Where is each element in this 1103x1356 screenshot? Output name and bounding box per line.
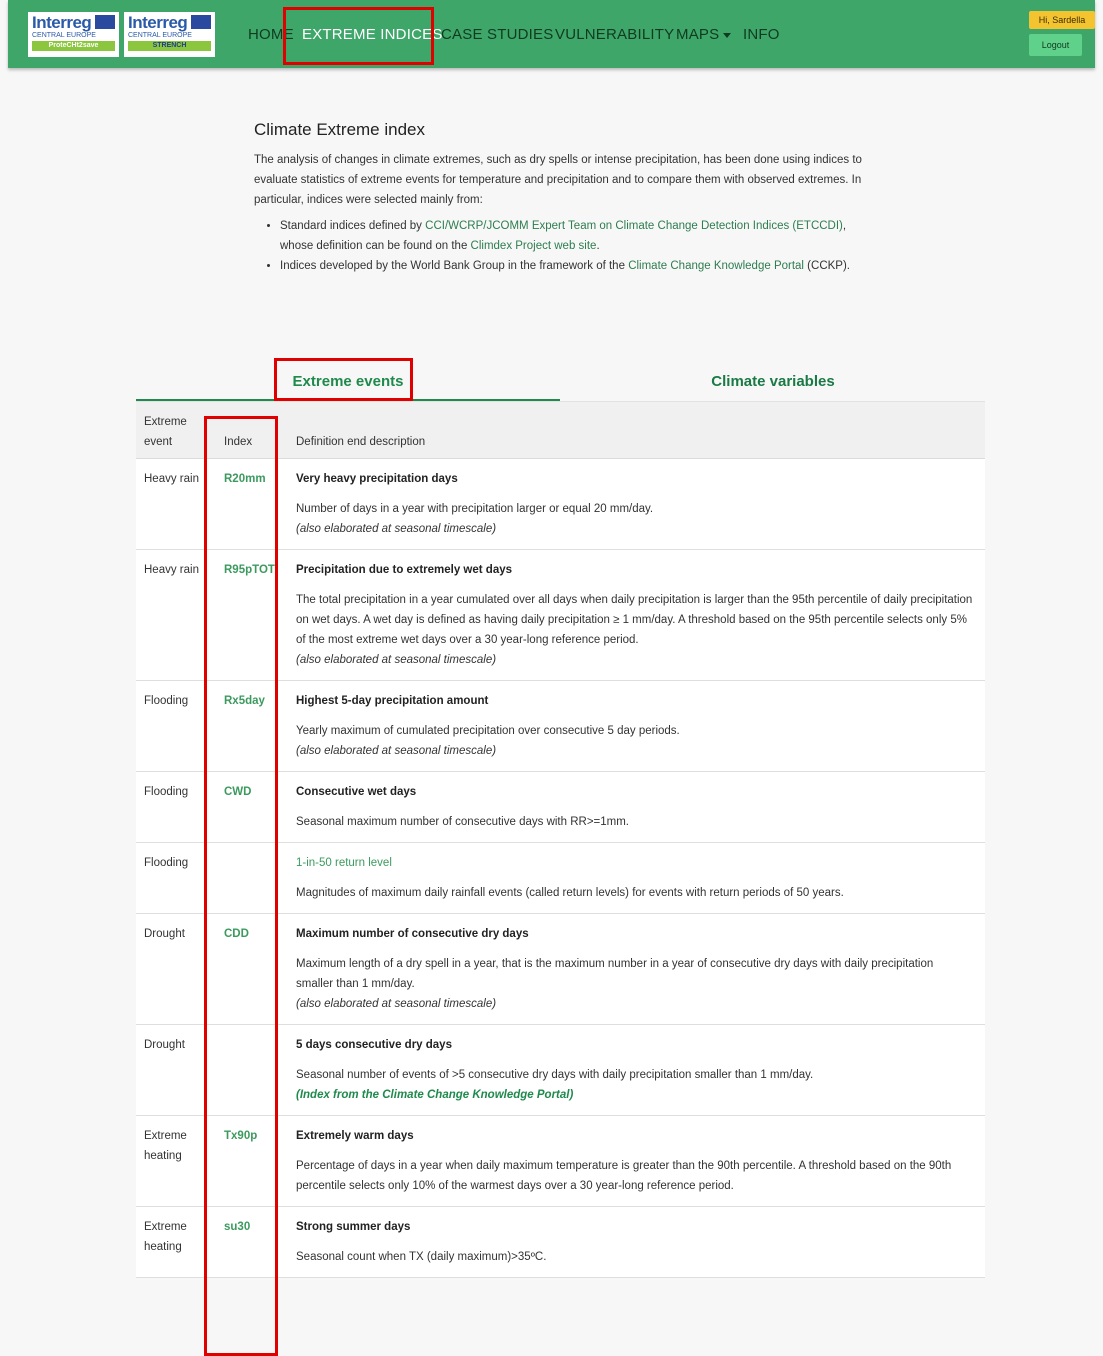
row-note: (also elaborated at seasonal timescale) [296,523,497,535]
row-event: Extreme heating [144,1221,187,1253]
row-event: Flooding [144,857,189,869]
nav-case-studies[interactable]: CASE STUDIES [441,25,553,45]
row-title: Very heavy precipitation days [296,473,458,485]
row-definition: 1-in-50 return level Magnitudes of maxim… [296,843,985,913]
row-definition: Very heavy precipitation days Number of … [296,459,985,549]
interreg-strench-logo[interactable]: Interreg CENTRAL EUROPE STRENCH [124,12,215,57]
climdex-link[interactable]: Climdex Project web site [471,240,597,252]
row-note: (also elaborated at seasonal timescale) [296,654,497,666]
row-note: (also elaborated at seasonal timescale) [296,745,497,757]
user-greeting-badge[interactable]: Hi, Sardella [1029,11,1095,29]
logo-project: ProteCHt2save [32,41,115,51]
table-row: Drought CDD Maximum number of consecutiv… [136,914,985,1025]
row-description: Number of days in a year with precipitat… [296,503,654,515]
row-description: Magnitudes of maximum daily rainfall eve… [296,887,844,899]
tab-extreme-events[interactable]: Extreme events [136,368,560,401]
row-event: Heavy rain [144,564,199,576]
row-title: Strong summer days [296,1221,411,1233]
nav-home[interactable]: HOME [248,25,294,45]
text: Indices developed by the World Bank Grou… [280,260,629,272]
row-index[interactable]: su30 [224,1217,276,1237]
interreg-protecht2save-logo[interactable]: Interreg CENTRAL EUROPE ProteCHt2save [28,12,119,57]
table-row: Heavy rain R95pTOT Precipitation due to … [136,550,985,681]
row-description: Seasonal count when TX (daily maximum)>3… [296,1251,547,1263]
row-index[interactable]: Tx90p [224,1126,276,1146]
row-definition: 5 days consecutive dry days Seasonal num… [296,1025,985,1115]
return-level-link[interactable]: 1-in-50 return level [296,853,973,873]
logout-button[interactable]: Logout [1029,34,1082,56]
header-index: Index [224,436,253,448]
row-definition: Consecutive wet days Seasonal maximum nu… [296,772,985,842]
row-title: Extremely warm days [296,1130,414,1142]
row-definition: Strong summer days Seasonal count when T… [296,1207,985,1277]
row-definition: Extremely warm days Percentage of days i… [296,1116,985,1206]
eu-flag-icon [95,15,115,29]
row-event: Extreme heating [144,1130,187,1162]
extreme-events-table: Extreme event Index Definition end descr… [136,402,985,1278]
row-description: The total precipitation in a year cumula… [296,594,973,646]
text: (CCKP). [803,260,850,272]
row-title: Precipitation due to extremely wet days [296,564,513,576]
eu-flag-icon [191,15,211,29]
table-row: Extreme heating su30 Strong summer days … [136,1207,985,1278]
nav-vulnerability[interactable]: VULNERABILITY [555,25,674,45]
row-description: Percentage of days in a year when daily … [296,1160,952,1192]
intro-paragraph: The analysis of changes in climate extre… [254,154,862,206]
sources-list: Standard indices defined by CCI/WCRP/JCO… [254,216,874,276]
logo-project: STRENCH [128,41,211,51]
row-definition: Precipitation due to extremely wet days … [296,550,985,680]
row-description: Yearly maximum of cumulated precipitatio… [296,725,680,737]
row-title: 5 days consecutive dry days [296,1039,452,1051]
text: . [596,240,600,252]
row-description: Seasonal maximum number of consecutive d… [296,816,630,828]
table-row: Extreme heating Tx90p Extremely warm day… [136,1116,985,1207]
header-definition: Definition end description [296,436,426,448]
row-definition: Highest 5-day precipitation amount Yearl… [296,681,985,771]
nav-maps-label: MAPS [676,26,720,43]
row-event: Heavy rain [144,473,199,485]
row-title: Highest 5-day precipitation amount [296,695,489,707]
row-index[interactable]: R95pTOT [224,560,276,580]
intro-section: Climate Extreme index The analysis of ch… [254,120,874,276]
text: Standard indices defined by [280,220,426,232]
row-definition: Maximum number of consecutive dry days M… [296,914,985,1024]
row-note: (also elaborated at seasonal timescale) [296,998,497,1010]
caret-down-icon [723,32,732,38]
table-row: Flooding CWD Consecutive wet days Season… [136,772,985,843]
row-index[interactable]: CWD [224,782,276,802]
row-index[interactable]: Rx5day [224,691,276,711]
logo-program: CENTRAL EUROPE [32,32,96,39]
tab-climate-variables[interactable]: Climate variables [561,368,985,399]
logo-program: CENTRAL EUROPE [128,32,192,39]
etccdi-link[interactable]: CCI/WCRP/JCOMM Expert Team on Climate Ch… [425,220,843,232]
row-event: Drought [144,928,185,940]
source-item-etccdi: Standard indices defined by CCI/WCRP/JCO… [280,216,874,256]
table-row: Flooding Rx5day Highest 5-day precipitat… [136,681,985,772]
row-index[interactable]: CDD [224,924,276,944]
index-tabs: Extreme events Climate variables [136,368,985,402]
row-title: Maximum number of consecutive dry days [296,928,529,940]
page-title: Climate Extreme index [254,120,426,139]
nav-info[interactable]: INFO [743,25,780,45]
row-event: Flooding [144,695,189,707]
nav-maps[interactable]: MAPS [676,25,732,45]
table-row: Heavy rain R20mm Very heavy precipitatio… [136,459,985,550]
row-event: Drought [144,1039,185,1051]
row-index[interactable]: R20mm [224,469,276,489]
row-description: Seasonal number of events of >5 consecut… [296,1069,814,1081]
header-extreme-event: Extreme event [144,416,187,448]
row-title: Consecutive wet days [296,786,417,798]
table-row: Flooding 1-in-50 return level Magnitudes… [136,843,985,914]
top-navbar: Interreg CENTRAL EUROPE ProteCHt2save In… [8,0,1095,68]
table-header: Extreme event Index Definition end descr… [136,402,985,459]
row-event: Flooding [144,786,189,798]
nav-extreme-indices[interactable]: EXTREME INDICES [302,25,443,45]
cckp-link[interactable]: Climate Change Knowledge Portal [628,260,804,272]
table-row: Drought 5 days consecutive dry days Seas… [136,1025,985,1116]
source-item-cckp: Indices developed by the World Bank Grou… [280,256,874,276]
row-description: Maximum length of a dry spell in a year,… [296,958,934,990]
row-note: (Index from the Climate Change Knowledge… [296,1089,574,1101]
